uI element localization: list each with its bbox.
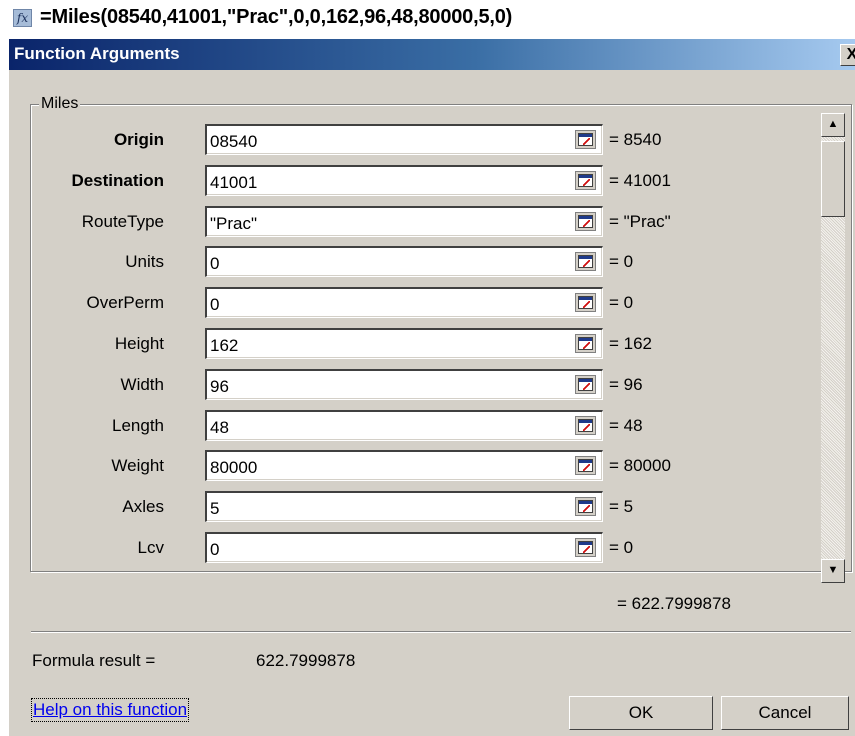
scroll-down-button[interactable]: ▼ [821,559,845,583]
argument-evaluated-value: = 0 [609,252,634,271]
argument-label: Lcv [137,538,164,557]
argument-row-weight: Weight = 80000 [9,450,809,481]
scroll-thumb[interactable] [821,141,845,217]
argument-row-routetype: RouteType = "Prac" [9,206,809,237]
argument-row-overperm: OverPerm = 0 [9,287,809,318]
argument-evaluated-value: = 80000 [609,456,671,475]
divider [31,631,851,633]
collapse-dialog-icon [578,378,593,391]
argument-row-units: Units = 0 [9,246,809,277]
argument-row-destination: Destination = 41001 [9,165,809,196]
argument-row-width: Width = 96 [9,369,809,400]
scroll-up-button[interactable]: ▲ [821,113,845,137]
argument-label: Destination [71,171,164,190]
collapse-dialog-button[interactable] [575,416,596,435]
argument-evaluated-value: = "Prac" [609,212,671,231]
argument-row-origin: Origin = 8540 [9,124,809,155]
argument-label: Axles [122,497,164,516]
collapse-dialog-button[interactable] [575,171,596,190]
formula-result-label: Formula result = [32,651,156,670]
argument-evaluated-value: = 41001 [609,171,671,190]
argument-evaluated-value: = 48 [609,416,643,435]
argument-row-length: Length = 48 [9,410,809,441]
collapse-dialog-icon [578,174,593,187]
argument-label: Height [114,334,164,353]
argument-label: OverPerm [86,293,164,312]
collapse-dialog-icon [578,255,593,268]
argument-evaluated-value: = 0 [609,293,634,312]
argument-label: Weight [111,456,164,475]
argument-input-units[interactable] [205,246,603,277]
collapse-dialog-icon [578,296,593,309]
argument-label: RouteType [81,212,164,231]
collapse-dialog-button[interactable] [575,497,596,516]
collapse-dialog-button[interactable] [575,293,596,312]
collapse-dialog-button[interactable] [575,456,596,475]
function-arguments-dialog: Function Arguments X Miles Origin = 8540 D… [8,38,855,736]
help-on-this-function-link[interactable]: Help on this function [30,698,190,722]
collapse-dialog-icon [578,459,593,472]
argument-evaluated-value: = 162 [609,334,653,353]
argument-input-length[interactable] [205,410,603,441]
argument-row-axles: Axles = 5 [9,491,809,522]
collapse-dialog-icon [578,215,593,228]
argument-input-lcv[interactable] [205,532,603,563]
collapse-dialog-button[interactable] [575,130,596,149]
cancel-button[interactable]: Cancel [721,696,849,730]
collapse-dialog-icon [578,541,593,554]
collapse-dialog-icon [578,133,593,146]
function-result-value: = 622.7999878 [617,594,731,613]
formula-text[interactable]: =Miles(08540,41001,"Prac",0,0,162,96,48,… [40,6,512,29]
argument-label: Units [125,252,164,271]
collapse-dialog-icon [578,419,593,432]
fx-icon[interactable]: fx [13,9,32,27]
formula-result-value: 622.7999878 [256,651,356,670]
ok-button[interactable]: OK [569,696,713,730]
argument-evaluated-value: = 8540 [609,130,662,149]
collapse-dialog-icon [578,500,593,513]
collapse-dialog-button[interactable] [575,212,596,231]
argument-input-destination[interactable] [205,165,603,196]
argument-input-width[interactable] [205,369,603,400]
argument-input-height[interactable] [205,328,603,359]
argument-input-routetype[interactable] [205,206,603,237]
collapse-dialog-button[interactable] [575,252,596,271]
argument-evaluated-value: = 5 [609,497,634,516]
arguments-scrollbar[interactable]: ▲ ▼ [821,113,845,583]
collapse-dialog-button[interactable] [575,375,596,394]
collapse-dialog-button[interactable] [575,334,596,353]
argument-label: Origin [113,130,164,149]
close-button[interactable]: X [840,44,855,66]
argument-label: Length [112,416,164,435]
collapse-dialog-button[interactable] [575,538,596,557]
formula-bar: fx =Miles(08540,41001,"Prac",0,0,162,96,… [0,0,855,34]
argument-evaluated-value: = 0 [609,538,634,557]
function-name-label: Miles [39,95,81,113]
dialog-title: Function Arguments [14,44,180,63]
argument-input-axles[interactable] [205,491,603,522]
collapse-dialog-icon [578,337,593,350]
argument-label: Width [120,375,164,394]
argument-input-weight[interactable] [205,450,603,481]
argument-row-height: Height = 162 [9,328,809,359]
argument-evaluated-value: = 96 [609,375,643,394]
argument-input-overperm[interactable] [205,287,603,318]
dialog-titlebar[interactable]: Function Arguments X [9,39,855,70]
argument-input-origin[interactable] [205,124,603,155]
argument-row-lcv: Lcv = 0 [9,532,809,563]
